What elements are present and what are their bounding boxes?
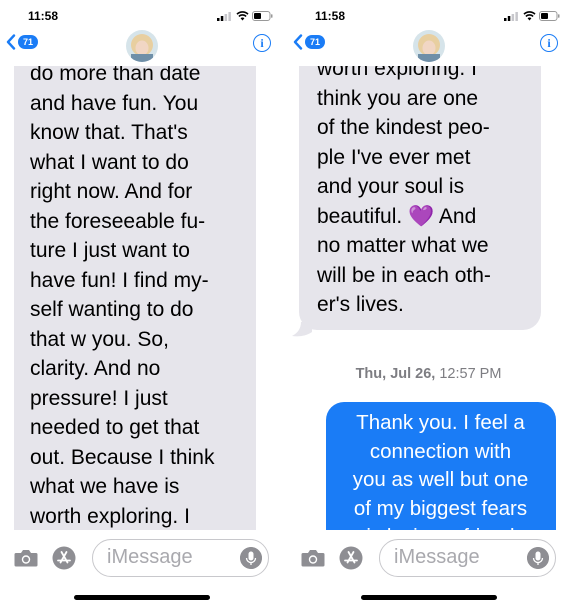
outgoing-message-bubble: Thank you. I feel a connection with you … [326,402,556,530]
unread-count-badge: 71 [305,35,326,49]
avatar-photo [125,30,158,62]
battery-icon [252,11,273,21]
info-icon[interactable]: i [540,34,558,52]
message-composer: iMessage [0,530,283,608]
incoming-message-bubble: do more than date and have fun. You know… [14,66,256,530]
status-bar: 11:58 [287,0,570,28]
conversation-header: 71 i [287,28,570,66]
status-time: 11:58 [315,9,346,23]
conversation[interactable]: worth exploring. I think you are one of … [287,66,570,530]
left-screenshot: do more than date and have fun. You know… [0,0,283,608]
info-icon[interactable]: i [253,34,271,52]
input-placeholder: iMessage [394,546,480,568]
bubble-tail [292,322,312,337]
conversation[interactable]: do more than date and have fun. You know… [0,66,283,530]
imessage-input[interactable]: iMessage [379,539,556,577]
status-bar: 11:58 [0,0,283,28]
battery-icon [539,11,560,21]
home-indicator[interactable] [73,595,210,600]
home-indicator[interactable] [360,595,497,600]
signal-icon [504,12,518,21]
unread-count-badge: 71 [18,35,39,49]
status-time: 11:58 [28,9,59,23]
wifi-icon [236,11,249,21]
avatar-photo [412,30,445,62]
message-composer: iMessage [287,530,570,608]
microphone-icon[interactable] [527,547,549,569]
input-placeholder: iMessage [107,546,193,568]
back-chevron-icon [293,34,303,50]
contact-avatar[interactable] [125,30,158,62]
timestamp-time: 12:57 PM [435,366,502,382]
signal-icon [217,12,231,21]
incoming-message-bubble: worth exploring. I think you are one of … [299,66,541,330]
imessage-input[interactable]: iMessage [92,539,269,577]
back-button[interactable]: 71 [6,34,39,50]
conversation-header: 71 i [0,28,283,66]
camera-icon[interactable] [301,549,325,567]
back-chevron-icon [6,34,16,50]
app-store-icon[interactable] [339,546,363,570]
timestamp-day: Thu, Jul 26, [355,366,436,382]
contact-avatar[interactable] [412,30,445,62]
microphone-icon[interactable] [240,547,262,569]
camera-icon[interactable] [14,549,38,567]
back-button[interactable]: 71 [293,34,326,50]
right-screenshot: worth exploring. I think you are one of … [287,0,570,608]
message-timestamp: Thu, Jul 26, 12:57 PM [287,366,570,382]
wifi-icon [523,11,536,21]
app-store-icon[interactable] [52,546,76,570]
